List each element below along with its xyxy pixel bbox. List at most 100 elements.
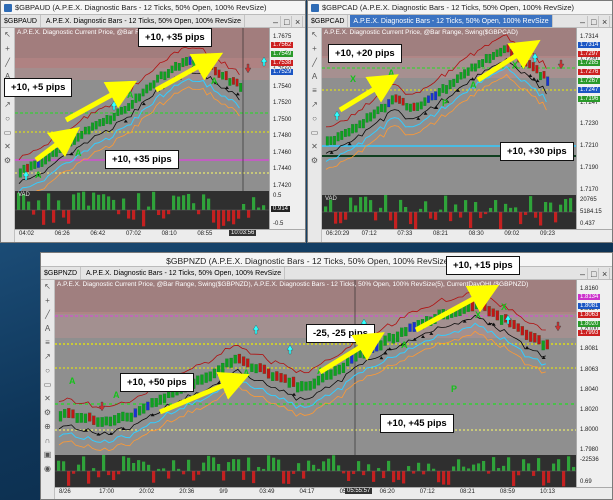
volume-bar bbox=[92, 468, 96, 471]
time-tick-label: 06:42 bbox=[90, 231, 106, 237]
cursor-tool-icon[interactable]: ↖ bbox=[1, 28, 14, 42]
price-bar bbox=[491, 308, 495, 317]
text-tool-icon[interactable]: A bbox=[308, 70, 321, 84]
line-tool-icon[interactable]: ╱ bbox=[41, 308, 54, 322]
gbpcad-bartype-tab[interactable]: A.P.E.X. Diagnostic Bars - 12 Ticks, 50%… bbox=[350, 15, 553, 27]
volume-bar bbox=[222, 471, 226, 481]
gbpcad-chart-window[interactable]: $GBPCAD (A.P.E.X. Diagnostic Bars - 12 T… bbox=[307, 0, 613, 243]
gbpcad-volume-scale: 20765 5184.15 0.437 bbox=[576, 195, 612, 229]
maximize-icon[interactable]: □ bbox=[588, 268, 599, 279]
signal-letter: P bbox=[442, 98, 448, 108]
price-bar bbox=[40, 158, 44, 167]
price-bar bbox=[133, 408, 137, 418]
crosshair-tool-icon[interactable]: + bbox=[41, 294, 54, 308]
minimize-icon[interactable]: – bbox=[270, 16, 281, 27]
gbpnzd-price-chart: A A A A A X X P bbox=[55, 280, 576, 455]
gbpcad-symbol-tab[interactable]: $GBPCAD bbox=[308, 15, 349, 27]
price-bar bbox=[159, 71, 163, 80]
settings-tool-icon[interactable]: ⚙ bbox=[1, 154, 14, 168]
price-bar bbox=[347, 127, 351, 137]
volume-bar bbox=[539, 212, 543, 226]
price-bar bbox=[208, 371, 212, 382]
price-bar bbox=[217, 69, 221, 78]
ellipse-tool-icon[interactable]: ○ bbox=[308, 112, 321, 126]
gbpnzd-symbol-tab[interactable]: $GBPNZD bbox=[41, 267, 82, 279]
volume-tick-label: 0.437 bbox=[580, 221, 596, 227]
lock-tool-icon[interactable]: ▣ bbox=[41, 448, 54, 462]
delete-tool-icon[interactable]: ✕ bbox=[41, 392, 54, 406]
text-tool-icon[interactable]: A bbox=[41, 322, 54, 336]
price-bar bbox=[445, 309, 450, 320]
price-tick-label: 1.7980 bbox=[580, 447, 599, 453]
ellipse-tool-icon[interactable]: ○ bbox=[41, 364, 54, 378]
magnet-tool-icon[interactable]: ∩ bbox=[41, 434, 54, 448]
close-icon[interactable]: × bbox=[599, 268, 610, 279]
volume-tick-label: -0.5 bbox=[273, 221, 284, 227]
minimize-icon[interactable]: – bbox=[577, 16, 588, 27]
price-bar bbox=[450, 309, 454, 318]
gbpaud-volume-panel[interactable]: VAD bbox=[15, 191, 269, 229]
volume-bar bbox=[452, 466, 456, 471]
price-bar bbox=[94, 121, 98, 130]
line-tool-icon[interactable]: ╱ bbox=[308, 56, 321, 70]
ellipse-tool-icon[interactable]: ○ bbox=[1, 112, 14, 126]
gbpaud-bartype-tab[interactable]: A.P.E.X. Diagnostic Bars - 12 Ticks, 50%… bbox=[43, 15, 246, 27]
gbpnzd-price-scale[interactable]: 1.81601.81341.81001.80811.80631.80401.80… bbox=[576, 280, 612, 455]
gbpnzd-bartype-tab[interactable]: A.P.E.X. Diagnostic Bars - 12 Ticks, 50%… bbox=[83, 267, 286, 279]
gbpcad-title-bar[interactable]: $GBPCAD (A.P.E.X. Diagnostic Bars - 12 T… bbox=[308, 1, 612, 15]
gbpnzd-price-panel[interactable]: A A A A A X X P A.P.E.X. Diagnostic Current Pri… bbox=[55, 280, 576, 455]
volume-bar bbox=[62, 210, 66, 218]
arrow-tool-icon[interactable]: ↗ bbox=[308, 98, 321, 112]
time-tick-label: 20:02 bbox=[139, 489, 155, 495]
settings-tool-icon[interactable]: ⚙ bbox=[41, 406, 54, 420]
price-bar bbox=[203, 58, 206, 66]
gbpaud-time-axis[interactable]: 04:0206:2606:4207:0208:1008:5509:3410:03… bbox=[15, 229, 305, 242]
gbpaud-price-scale[interactable]: 1.76751.76001.75601.75401.75201.75001.74… bbox=[269, 28, 305, 191]
gbpaud-title-bar[interactable]: $GBPAUD (A.P.E.X. Diagnostic Bars - 12 T… bbox=[1, 1, 305, 15]
volume-tick-label: 20765 bbox=[580, 197, 597, 203]
arrow-tool-icon[interactable]: ↗ bbox=[1, 98, 14, 112]
gbpcad-volume-chart bbox=[322, 195, 576, 229]
gbpcad-price-scale[interactable]: 1.73141.72901.72701.72471.72301.72101.71… bbox=[576, 28, 612, 195]
zoom-tool-icon[interactable]: ⊕ bbox=[41, 420, 54, 434]
rect-tool-icon[interactable]: ▭ bbox=[41, 378, 54, 392]
signal-letter: X bbox=[191, 60, 197, 70]
crosshair-tool-icon[interactable]: + bbox=[1, 42, 14, 56]
line-tool-icon[interactable]: ╱ bbox=[1, 56, 14, 70]
gbpnzd-time-axis[interactable]: 8/2617:0020:0220:369/903:4904:1705:0206:… bbox=[55, 487, 612, 499]
delete-tool-icon[interactable]: ✕ bbox=[308, 140, 321, 154]
annotation-callout: -25, -25 pips bbox=[306, 324, 375, 343]
maximize-icon[interactable]: □ bbox=[588, 16, 599, 27]
settings-tool-icon[interactable]: ⚙ bbox=[308, 154, 321, 168]
volume-bar bbox=[377, 468, 381, 471]
close-icon[interactable]: × bbox=[599, 16, 610, 27]
fib-tool-icon[interactable]: ≡ bbox=[41, 336, 54, 350]
gbpnzd-title-bar[interactable]: $GBPNZD (A.P.E.X. Diagnostic Bars - 12 T… bbox=[41, 253, 612, 267]
fib-tool-icon[interactable]: ≡ bbox=[308, 84, 321, 98]
price-bar bbox=[512, 320, 516, 329]
volume-bar bbox=[449, 212, 453, 222]
gbpcad-time-axis[interactable]: 06:20:29 07:12 07:33 08:21 08:30 09:02 09:23 bbox=[322, 229, 612, 242]
gbpaud-symbol-tab[interactable]: $GBPAUD bbox=[1, 15, 41, 27]
volume-bar bbox=[324, 206, 328, 212]
rect-tool-icon[interactable]: ▭ bbox=[308, 126, 321, 140]
arrow-tool-icon[interactable]: ↗ bbox=[41, 350, 54, 364]
rect-tool-icon[interactable]: ▭ bbox=[1, 126, 14, 140]
crosshair-tool-icon[interactable]: + bbox=[308, 42, 321, 56]
close-icon[interactable]: × bbox=[292, 16, 303, 27]
minimize-icon[interactable]: – bbox=[577, 268, 588, 279]
volume-bar bbox=[549, 202, 553, 212]
volume-bar bbox=[464, 200, 468, 212]
time-tick-label: 08:55 bbox=[197, 231, 213, 237]
delete-tool-icon[interactable]: ✕ bbox=[1, 140, 14, 154]
cursor-tool-icon[interactable]: ↖ bbox=[41, 280, 54, 294]
cursor-tool-icon[interactable]: ↖ bbox=[308, 28, 321, 42]
eye-tool-icon[interactable]: ◉ bbox=[41, 462, 54, 476]
volume-bar bbox=[307, 460, 311, 471]
volume-bar bbox=[252, 197, 256, 210]
price-bar bbox=[430, 93, 434, 101]
gbpnzd-volume-panel[interactable] bbox=[55, 455, 576, 487]
price-bar bbox=[441, 309, 445, 320]
gbpcad-volume-panel[interactable]: VAD bbox=[322, 195, 576, 229]
maximize-icon[interactable]: □ bbox=[281, 16, 292, 27]
